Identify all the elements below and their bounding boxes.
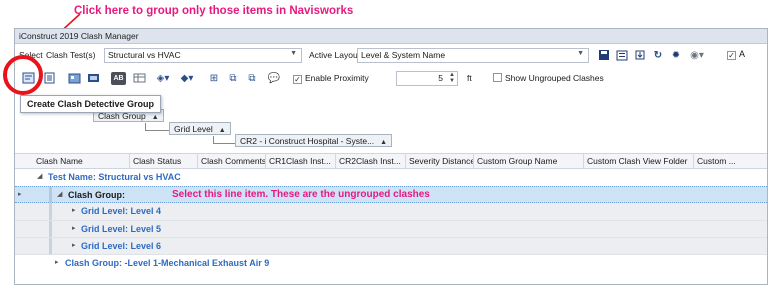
gear-icon[interactable]: ✹: [669, 49, 683, 62]
chevron-down-icon: ▼: [290, 50, 297, 57]
collapse-icon[interactable]: ◢: [57, 190, 62, 198]
report-icon[interactable]: [67, 72, 81, 85]
table-row[interactable]: ◢ Test Name: Structural vs HVAC: [15, 169, 767, 186]
column-header[interactable]: Custom ...: [694, 154, 767, 169]
column-header[interactable]: Custom Group Name: [474, 154, 584, 169]
spinner-icon[interactable]: ▲ ▼: [449, 72, 455, 84]
ab-icon[interactable]: AB: [111, 72, 126, 85]
hierarchy-icon[interactable]: ⊞: [207, 72, 221, 85]
highlight-ring: [3, 55, 43, 95]
group-list-icon[interactable]: [42, 72, 56, 85]
toolbar-row-1: Select Clash Test(s) Structural vs HVAC …: [15, 45, 767, 67]
table-icon[interactable]: [132, 72, 146, 85]
table-row[interactable]: ▸ Clash Group: -Level 1-Mechanical Exhau…: [15, 254, 767, 271]
proximity-value: 5: [438, 73, 443, 83]
row-label: Clash Group:: [68, 190, 126, 200]
indent-bar: [49, 221, 52, 238]
active-layout-value: Level & System Name: [361, 50, 446, 60]
column-header[interactable]: CR2Clash Inst...: [336, 154, 406, 169]
group-connector: [213, 136, 235, 144]
column-header[interactable]: Clash Comments: [198, 154, 266, 169]
group-chip-label: Grid Level: [174, 124, 213, 134]
toolbar-row-2: AB ◈▾ ◆▾ ⊞ ⧉ ⧉ 💬 ✓ Enable Proximity 5 ▲ ▼ …: [15, 67, 767, 89]
expand-icon[interactable]: ▸: [55, 258, 59, 266]
expand-icon[interactable]: ▸: [72, 224, 76, 232]
shade-dropdown-icon[interactable]: ◆▾: [177, 72, 197, 85]
sort-up-icon: ▲: [151, 114, 159, 121]
import-icon[interactable]: [633, 49, 647, 62]
toolbar-overflow-check[interactable]: ✓ A: [727, 49, 745, 60]
show-ungrouped-checkbox[interactable]: Show Ungrouped Clashes: [493, 73, 604, 83]
clash-manager-window: iConstruct 2019 Clash Manager Select Cla…: [14, 28, 768, 285]
column-header[interactable]: CR1Clash Inst...: [266, 154, 336, 169]
paste-icon[interactable]: ⧉: [245, 72, 259, 85]
table-row[interactable]: ▸ Grid Level: Level 4: [15, 203, 767, 220]
save-icon[interactable]: [597, 49, 611, 62]
row-indicator-icon: ▸: [18, 191, 22, 198]
grid-header: Clash Name Clash Status Clash Comments C…: [15, 153, 767, 169]
column-header[interactable]: Severity Distance: [406, 154, 474, 169]
export-excel-icon[interactable]: [615, 49, 629, 62]
row-label: Grid Level: Level 6: [81, 241, 162, 251]
enable-proximity-label: Enable Proximity: [305, 73, 369, 83]
active-layout-dropdown[interactable]: Level & System Name ▼: [357, 48, 589, 63]
chevron-down-icon: ▼: [577, 50, 584, 57]
window-title: iConstruct 2019 Clash Manager: [15, 29, 767, 44]
comment-icon[interactable]: 💬: [267, 72, 281, 85]
sort-up-icon: ▲: [380, 139, 388, 146]
row-label: Clash Group: -Level 1-Mechanical Exhaust…: [65, 258, 270, 268]
clash-test-value: Structural vs HVAC: [108, 50, 181, 60]
row-label: Grid Level: Level 5: [81, 224, 162, 234]
sort-up-icon: ▲: [218, 127, 226, 134]
active-layout-label: Active Layout: [309, 50, 361, 60]
table-row-selected[interactable]: ▸ ◢ Clash Group: Select this line item. …: [15, 186, 767, 204]
indent-bar: [49, 203, 52, 220]
group-connector: [145, 123, 169, 131]
annotation-top-callout: Click here to group only those items in …: [74, 5, 354, 17]
clash-tests-label: Clash Test(s): [46, 50, 96, 60]
expand-icon[interactable]: ▸: [72, 206, 76, 214]
collapse-icon[interactable]: ◢: [37, 172, 42, 180]
annotation-row-callout: Select this line item. These are the ung…: [172, 189, 430, 200]
enable-proximity-checkmark: ✓: [293, 75, 302, 84]
copy-icon[interactable]: ⧉: [226, 72, 240, 85]
indent-bar: [49, 187, 52, 204]
group-chip-grid-level[interactable]: Grid Level ▲: [169, 122, 231, 135]
show-ungrouped-label: Show Ungrouped Clashes: [505, 73, 604, 83]
column-header[interactable]: Clash Status: [130, 154, 198, 169]
indent-bar: [49, 238, 52, 255]
group-chip-cr2[interactable]: CR2 - i Construct Hospital - Syste... ▲: [235, 134, 393, 147]
refresh-icon[interactable]: ↻: [651, 49, 665, 62]
show-ungrouped-box: [493, 73, 502, 82]
eye-dropdown-icon[interactable]: ◉▾: [687, 49, 707, 62]
enable-proximity-checkbox[interactable]: ✓ Enable Proximity: [293, 73, 369, 84]
clash-test-dropdown[interactable]: Structural vs HVAC ▼: [104, 48, 302, 63]
row-label: Test Name: Structural vs HVAC: [48, 172, 181, 182]
proximity-unit: ft: [467, 73, 472, 83]
group-chip-label: CR2 - i Construct Hospital - Syste...: [240, 136, 375, 146]
row-label: Grid Level: Level 4: [81, 206, 162, 216]
color-dropdown-icon[interactable]: ◈▾: [153, 72, 173, 85]
column-header[interactable]: Custom Clash View Folder: [584, 154, 694, 169]
expand-icon[interactable]: ▸: [72, 241, 76, 249]
tooltip: Create Clash Detective Group: [20, 95, 162, 113]
proximity-input[interactable]: 5 ▲ ▼: [396, 71, 458, 86]
table-row[interactable]: ▸ Grid Level: Level 6: [15, 237, 767, 255]
table-row[interactable]: ▸ Grid Level: Level 5: [15, 220, 767, 238]
viewpoint-icon[interactable]: [86, 72, 100, 85]
column-header[interactable]: Clash Name: [33, 154, 130, 169]
